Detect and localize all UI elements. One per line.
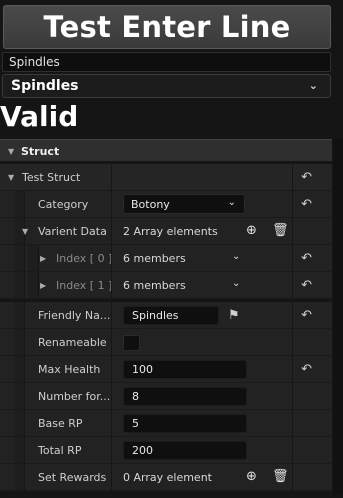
renameable-checkbox[interactable] [123, 335, 140, 351]
collapse-triangle-icon[interactable]: ▼ [22, 227, 28, 236]
set-rewards-row: Set Rewards 0 Array element ⊕ 🗑 [0, 464, 332, 491]
index-1-row: ▶ Index [ 1 ] 6 members ⌄ ↶ [0, 272, 332, 299]
max-health-value: 100 [132, 363, 153, 376]
expand-triangle-icon[interactable]: ▶ [40, 254, 46, 263]
friendly-name-row: Friendly Na... Spindles ⚑ ↶ [0, 302, 332, 329]
reset-arrow-icon[interactable]: ↶ [301, 278, 312, 293]
plus-circle-icon[interactable]: ⊕ [246, 469, 257, 484]
total-rp-value: 200 [132, 444, 153, 457]
reset-arrow-icon[interactable]: ↶ [301, 251, 312, 266]
number-for-input[interactable]: 8 [123, 387, 247, 406]
varient-data-row: ▼ Varient Data 2 Array elements ⊕ 🗑 [0, 218, 332, 245]
base-rp-input[interactable]: 5 [123, 414, 247, 433]
flag-icon[interactable]: ⚑ [228, 308, 240, 323]
index-0-row: ▶ Index [ 0 ] 6 members ⌄ ↶ [0, 245, 332, 272]
chevron-down-icon: ⌄ [308, 79, 318, 92]
struct-row: ▼ Test Struct ↶ [0, 164, 332, 191]
number-for-row: Number for... 8 [0, 383, 332, 410]
trash-icon[interactable]: 🗑 [272, 469, 289, 484]
reset-arrow-icon[interactable]: ↶ [301, 362, 312, 377]
base-rp-row: Base RP 5 [0, 410, 332, 437]
friendly-name-label: Friendly Na... [38, 309, 111, 322]
category-dropdown[interactable]: Botony ⌄ [123, 194, 245, 214]
renameable-row: Renameable [0, 329, 332, 356]
reset-arrow-icon[interactable]: ↶ [301, 308, 312, 323]
text-input[interactable]: Spindles [2, 52, 331, 72]
max-health-row: Max Health 100 ↶ [0, 356, 332, 383]
index-0-value: 6 members [123, 252, 186, 265]
chevron-down-icon: ⌄ [227, 197, 236, 208]
category-row: Category Botony ⌄ ↶ [0, 191, 332, 218]
base-rp-value: 5 [132, 417, 139, 430]
collapse-triangle-icon[interactable]: ▼ [8, 173, 14, 182]
chevron-down-icon[interactable]: ⌄ [232, 278, 240, 289]
base-rp-label: Base RP [38, 417, 83, 430]
set-rewards-label: Set Rewards [38, 471, 107, 484]
total-rp-input[interactable]: 200 [123, 441, 247, 460]
section-title: Struct [21, 145, 60, 158]
expand-triangle-icon: ▼ [8, 147, 15, 156]
max-health-label: Max Health [38, 363, 101, 376]
index-0-label: Index [ 0 ] [56, 252, 113, 265]
text-input-value: Spindles [9, 55, 60, 69]
test-enter-line-button[interactable]: Test Enter Line [3, 5, 331, 49]
max-health-input[interactable]: 100 [123, 360, 247, 379]
renameable-label: Renameable [38, 336, 107, 349]
plus-circle-icon[interactable]: ⊕ [246, 223, 257, 238]
scrollbar[interactable] [333, 139, 343, 495]
varient-data-label: Varient Data [38, 225, 107, 238]
category-label: Category [38, 198, 89, 211]
varient-data-value: 2 Array elements [123, 225, 218, 238]
chevron-down-icon[interactable]: ⌄ [232, 251, 240, 262]
valid-label: Valid [0, 100, 79, 133]
number-for-value: 8 [132, 390, 139, 403]
combo-box[interactable]: Spindles ⌄ [2, 74, 331, 98]
reset-arrow-icon[interactable]: ↶ [301, 170, 312, 185]
index-1-value: 6 members [123, 279, 186, 292]
index-1-label: Index [ 1 ] [56, 279, 113, 292]
number-for-label: Number for... [38, 390, 111, 403]
expand-triangle-icon[interactable]: ▶ [40, 281, 46, 290]
friendly-name-value: Spindles [132, 309, 179, 322]
struct-name: Test Struct [22, 171, 81, 184]
category-value: Botony [131, 197, 170, 211]
friendly-name-input[interactable]: Spindles [123, 306, 219, 325]
combo-value: Spindles [11, 78, 79, 94]
set-rewards-value: 0 Array element [123, 471, 212, 484]
total-rp-label: Total RP [38, 444, 82, 457]
reset-arrow-icon[interactable]: ↶ [301, 197, 312, 212]
total-rp-row: Total RP 200 [0, 437, 332, 464]
trash-icon[interactable]: 🗑 [272, 223, 289, 238]
section-header-struct[interactable]: ▼ Struct [0, 139, 332, 161]
